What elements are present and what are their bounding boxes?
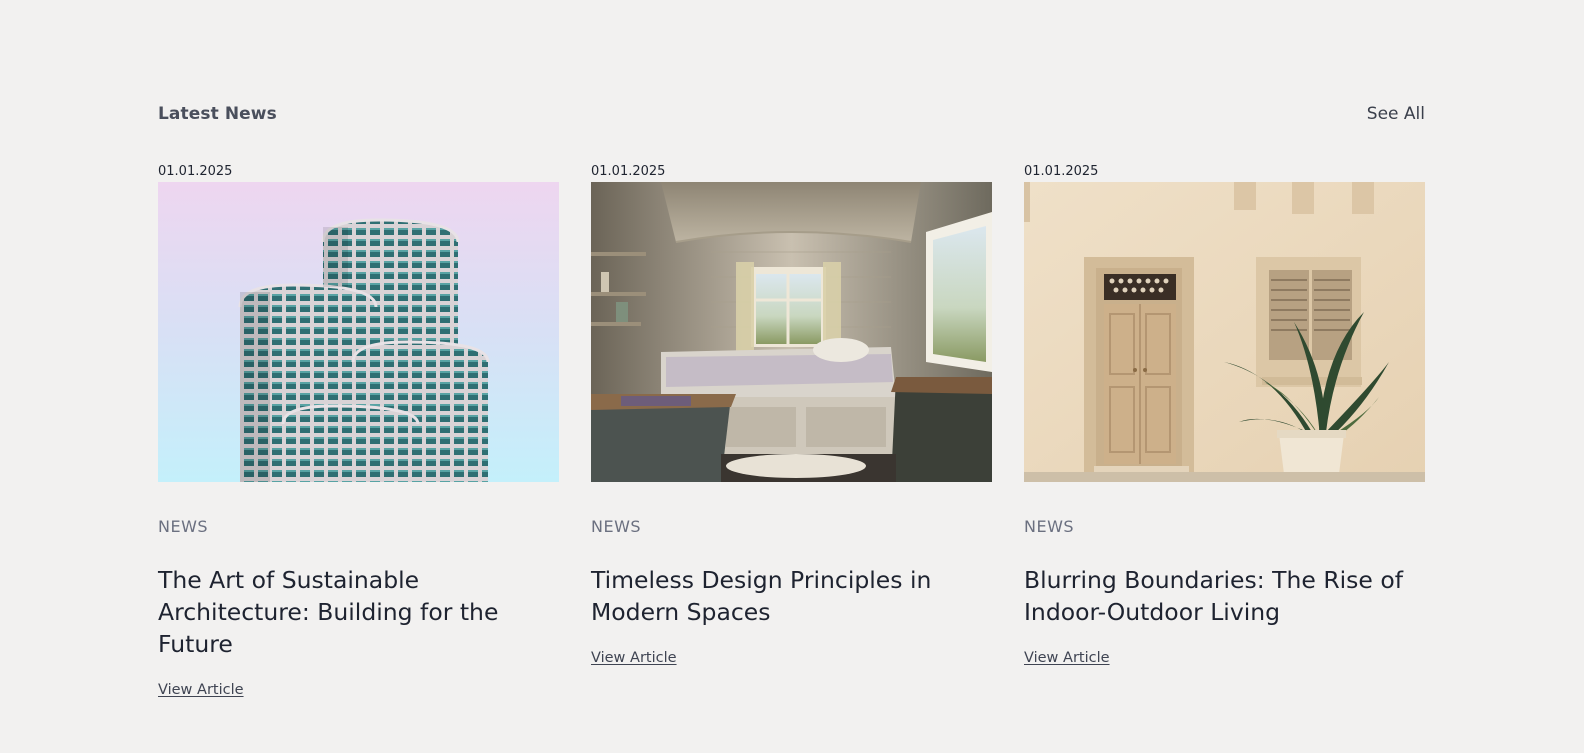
view-article-link[interactable]: View Article (591, 650, 677, 666)
article-category: NEWS (158, 517, 209, 536)
article-image[interactable] (158, 182, 559, 482)
section-header: Latest News See All (158, 104, 1425, 128)
article-title[interactable]: The Art of Sustainable Architecture: Bui… (158, 564, 559, 660)
article-date: 01.01.2025 (158, 164, 233, 179)
article-title[interactable]: Blurring Boundaries: The Rise of Indoor-… (1024, 564, 1425, 628)
article-card[interactable]: 01.01.2025 (1024, 163, 1425, 666)
section-title: Latest News (158, 104, 277, 124)
article-image[interactable] (1024, 182, 1425, 482)
view-article-link[interactable]: View Article (1024, 650, 1110, 666)
article-title[interactable]: Timeless Design Principles in Modern Spa… (591, 564, 992, 628)
article-category: NEWS (1024, 517, 1075, 536)
article-date: 01.01.2025 (1024, 164, 1099, 179)
article-card[interactable]: 01.01.2025 (158, 163, 559, 698)
see-all-link[interactable]: See All (1367, 104, 1425, 124)
cabin-bedroom-photo (591, 182, 992, 482)
facade-door-palm-photo (1024, 182, 1425, 482)
article-category: NEWS (591, 517, 642, 536)
view-article-link[interactable]: View Article (158, 682, 244, 698)
latest-news-section: Latest News See All 01.01.2025 NEWS The … (0, 0, 1584, 753)
article-image[interactable] (591, 182, 992, 482)
towers-photo (158, 182, 559, 482)
article-date: 01.01.2025 (591, 164, 666, 179)
article-card[interactable]: 01.01.2025 (591, 163, 992, 666)
